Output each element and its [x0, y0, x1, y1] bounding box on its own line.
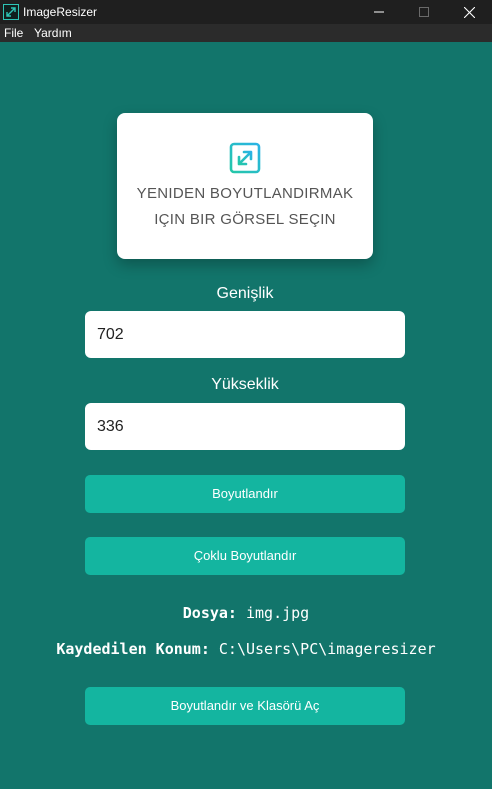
- location-info: Kaydedilen Konum: C:\Users\PC\imageresiz…: [0, 640, 492, 658]
- resize-button[interactable]: Boyutlandır: [85, 475, 405, 513]
- width-input[interactable]: [85, 311, 405, 358]
- select-image-line-2: IÇIN BIR GÖRSEL SEÇIN: [154, 211, 336, 228]
- height-input[interactable]: [85, 403, 405, 450]
- resize-and-open-folder-button[interactable]: Boyutlandır ve Klasörü Aç: [85, 687, 405, 725]
- select-image-card[interactable]: YENIDEN BOYUTLANDIRMAK IÇIN BIR GÖRSEL S…: [117, 113, 373, 259]
- minimize-icon: [374, 11, 384, 13]
- select-image-text: YENIDEN BOYUTLANDIRMAK IÇIN BIR GÖRSEL S…: [117, 181, 373, 233]
- menu-bar: File Yardım: [0, 24, 492, 42]
- location-info-label: Kaydedilen Konum:: [56, 640, 210, 658]
- height-label: Yükseklik: [211, 376, 279, 393]
- minimize-button[interactable]: [356, 0, 402, 24]
- close-icon: [463, 6, 475, 18]
- menu-file[interactable]: File: [4, 26, 23, 40]
- window-title: ImageResizer: [23, 5, 98, 19]
- select-image-line-1: YENIDEN BOYUTLANDIRMAK: [136, 185, 354, 202]
- resize-expand-icon: [229, 142, 261, 174]
- file-info-value: img.jpg: [246, 604, 310, 622]
- maximize-icon: [419, 7, 429, 17]
- app-icon: [3, 4, 19, 20]
- width-label: Genişlik: [216, 285, 274, 302]
- close-button[interactable]: [446, 0, 492, 24]
- multi-resize-button[interactable]: Çoklu Boyutlandır: [85, 537, 405, 575]
- menu-help[interactable]: Yardım: [34, 26, 72, 40]
- location-info-value: C:\Users\PC\imageresizer: [218, 640, 436, 658]
- file-info: Dosya: img.jpg: [0, 604, 492, 622]
- maximize-button[interactable]: [401, 0, 447, 24]
- file-info-label: Dosya:: [182, 604, 237, 622]
- title-bar: ImageResizer: [0, 0, 492, 24]
